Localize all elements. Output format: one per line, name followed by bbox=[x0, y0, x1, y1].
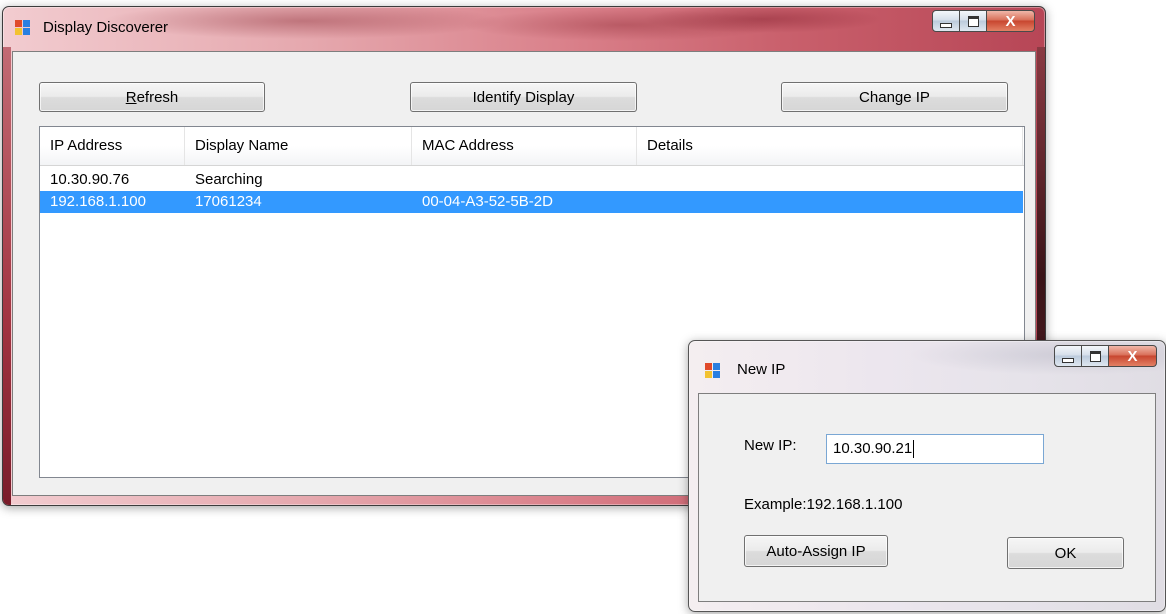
column-header-mac-address[interactable]: MAC Address bbox=[412, 127, 637, 165]
app-icon bbox=[15, 20, 31, 36]
main-caption-buttons: X bbox=[932, 10, 1035, 32]
minimize-icon bbox=[940, 22, 952, 28]
example-text: Example:192.168.1.100 bbox=[744, 496, 903, 513]
text-caret bbox=[913, 440, 915, 459]
main-titlebar[interactable]: Display Discoverer X bbox=[3, 7, 1045, 51]
table-row-selected[interactable]: 192.168.1.100 17061234 00-04-A3-52-5B-2D bbox=[40, 191, 1023, 213]
new-ip-dialog: New IP X New IP: 10.30.90.21 Example:192… bbox=[688, 340, 1166, 612]
new-ip-value: 10.30.90.21 bbox=[833, 440, 913, 457]
refresh-button[interactable]: Refresh bbox=[39, 82, 265, 112]
dialog-close-button[interactable]: X bbox=[1109, 345, 1157, 367]
list-header: IP Address Display Name MAC Address Deta… bbox=[40, 127, 1024, 166]
column-header-ip-address[interactable]: IP Address bbox=[40, 127, 185, 165]
dialog-minimize-button[interactable] bbox=[1054, 345, 1082, 367]
dialog-caption-buttons: X bbox=[1054, 345, 1157, 367]
dialog-titlebar[interactable]: New IP X bbox=[689, 341, 1165, 385]
dialog-client-area: New IP: 10.30.90.21 Example:192.168.1.10… bbox=[698, 393, 1156, 602]
close-icon: X bbox=[1127, 347, 1138, 365]
identify-display-button[interactable]: Identify Display bbox=[410, 82, 637, 112]
column-header-display-name[interactable]: Display Name bbox=[185, 127, 412, 165]
main-window-title: Display Discoverer bbox=[43, 19, 169, 36]
minimize-icon bbox=[1062, 357, 1074, 363]
change-ip-button[interactable]: Change IP bbox=[781, 82, 1008, 112]
new-ip-label: New IP: bbox=[744, 437, 797, 454]
cell-ip-address: 192.168.1.100 bbox=[50, 193, 146, 210]
close-icon: X bbox=[1005, 12, 1016, 30]
table-row[interactable]: 10.30.90.76 Searching bbox=[40, 169, 1023, 191]
maximize-icon bbox=[967, 15, 979, 27]
cell-ip-address: 10.30.90.76 bbox=[50, 171, 130, 188]
new-ip-input[interactable]: 10.30.90.21 bbox=[826, 434, 1044, 464]
cell-mac-address: 00-04-A3-52-5B-2D bbox=[422, 193, 553, 210]
minimize-button[interactable] bbox=[932, 10, 960, 32]
ok-button[interactable]: OK bbox=[1007, 537, 1124, 569]
dialog-maximize-button[interactable] bbox=[1082, 345, 1109, 367]
dialog-title: New IP bbox=[737, 361, 786, 378]
column-header-details[interactable]: Details bbox=[637, 127, 1023, 165]
auto-assign-ip-button[interactable]: Auto-Assign IP bbox=[744, 535, 888, 567]
maximize-icon bbox=[1089, 350, 1101, 362]
dialog-app-icon bbox=[705, 363, 721, 379]
close-button[interactable]: X bbox=[987, 10, 1035, 32]
maximize-button[interactable] bbox=[960, 10, 987, 32]
cell-display-name: 17061234 bbox=[195, 193, 262, 210]
cell-display-name: Searching bbox=[195, 171, 263, 188]
